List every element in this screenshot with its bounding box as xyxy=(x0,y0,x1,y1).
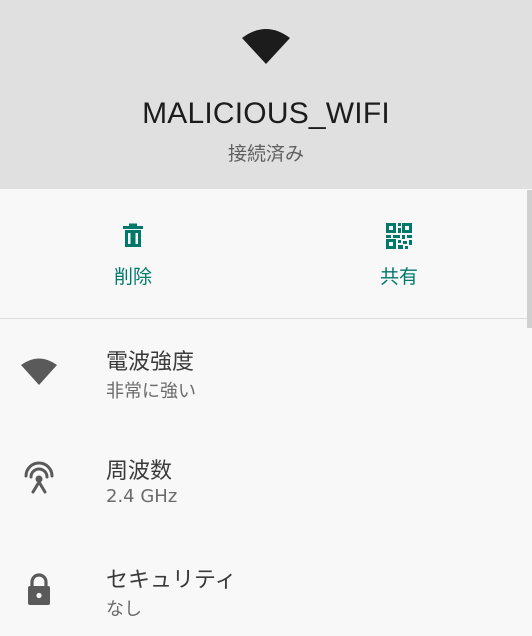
qr-code-icon xyxy=(386,223,412,249)
action-bar: 削除 共有 xyxy=(0,189,532,318)
share-button[interactable]: 共有 xyxy=(266,189,532,318)
share-label: 共有 xyxy=(379,266,418,288)
detail-item-security[interactable]: セキュリティ なし xyxy=(0,537,532,636)
wifi-network-details-page: MALICIOUS_WIFI 接続済み 削除 共有 電波強度 非常に強い 周波数… xyxy=(0,0,532,636)
detail-title: 周波数 xyxy=(106,459,173,484)
detail-item-frequency[interactable]: 周波数 2.4 GHz xyxy=(0,428,532,536)
wifi-signal-icon xyxy=(242,29,290,64)
wifi-signal-icon xyxy=(21,358,57,385)
connection-status: 接続済み xyxy=(227,143,304,165)
scrollbar[interactable] xyxy=(527,190,532,328)
trash-icon xyxy=(123,223,143,247)
detail-value: 2.4 GHz xyxy=(106,486,178,507)
detail-title: セキュリティ xyxy=(106,568,237,593)
detail-title: 電波強度 xyxy=(106,350,195,375)
detail-item-signal-strength[interactable]: 電波強度 非常に強い xyxy=(0,319,532,427)
network-header: MALICIOUS_WIFI 接続済み xyxy=(0,0,532,189)
network-name: MALICIOUS_WIFI xyxy=(142,97,390,130)
forget-button[interactable]: 削除 xyxy=(0,189,266,318)
antenna-icon xyxy=(24,461,54,494)
detail-value: なし xyxy=(106,599,142,620)
lock-icon xyxy=(28,573,50,605)
forget-label: 削除 xyxy=(113,266,152,288)
detail-value: 非常に強い xyxy=(106,381,196,402)
